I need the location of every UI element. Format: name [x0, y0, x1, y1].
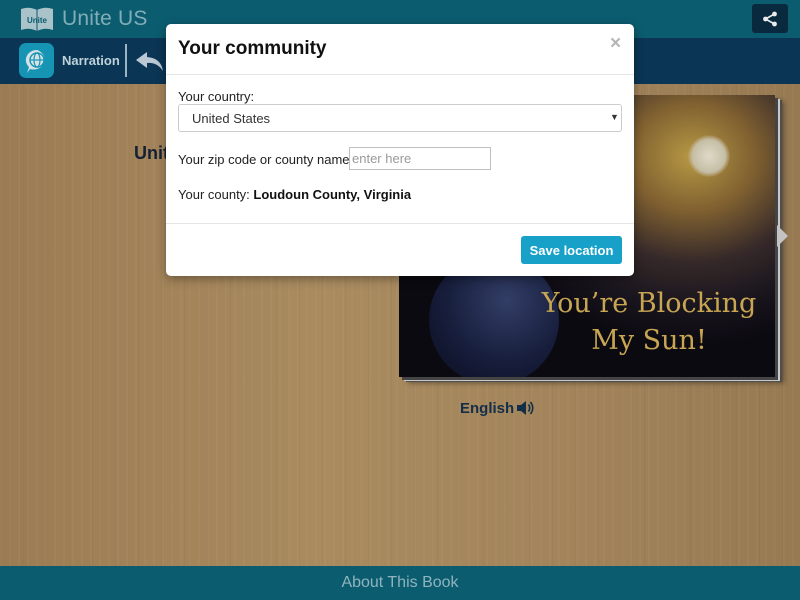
country-label: Your country:	[178, 89, 255, 104]
county-prefix: Your county:	[178, 187, 250, 202]
county-line: Your county: Loudoun County, Virginia	[178, 187, 411, 202]
country-select-value: United States	[192, 111, 271, 126]
chevron-down-icon: ▼	[610, 112, 619, 122]
dialog-header: Your community ×	[166, 24, 634, 75]
dialog-title: Your community	[178, 38, 327, 59]
zip-input[interactable]	[349, 147, 491, 170]
close-icon[interactable]: ×	[610, 33, 621, 55]
country-select[interactable]: United States ▼	[178, 104, 622, 132]
save-location-button[interactable]: Save location	[521, 236, 622, 264]
zip-label: Your zip code or county name:	[178, 152, 354, 167]
dialog-divider	[166, 223, 634, 224]
county-value: Loudoun County, Virginia	[253, 187, 412, 202]
community-dialog: Your community × Your country: United St…	[166, 24, 634, 276]
